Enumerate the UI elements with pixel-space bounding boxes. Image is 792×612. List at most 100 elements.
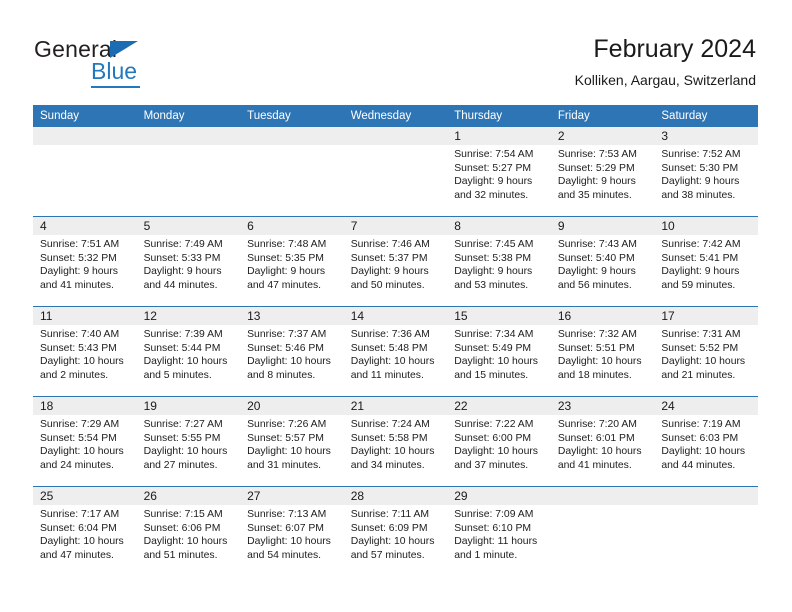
day-number: 19 [136,397,241,415]
daylight-line2: and 21 minutes. [661,369,736,381]
calendar-week-row: 18 Sunrise: 7:29 AM Sunset: 5:54 PM Dayligh… [33,396,758,487]
calendar-day-cell[interactable]: 5 Sunrise: 7:49 AM Sunset: 5:33 PM Daylight… [136,216,241,307]
sunset-time: Sunset: 6:03 PM [661,432,739,444]
day-number: 12 [136,307,241,325]
day-number: 24 [654,397,758,415]
sunset-time: Sunset: 5:41 PM [661,252,739,264]
day-details: Sunrise: 7:49 AM Sunset: 5:33 PM Daylight:… [137,235,241,292]
calendar-day-cell[interactable]: 7 Sunrise: 7:46 AM Sunset: 5:37 PM Daylight… [343,216,448,307]
calendar-day-cell[interactable]: 8 Sunrise: 7:45 AM Sunset: 5:38 PM Daylight… [447,216,551,307]
calendar-day-cell[interactable]: 20 Sunrise: 7:26 AM Sunset: 5:57 PM Dayligh… [240,396,344,487]
sunset-time: Sunset: 5:55 PM [143,432,221,444]
day-details: Sunrise: 7:29 AM Sunset: 5:54 PM Daylight:… [33,415,137,472]
daylight-line1: Daylight: 10 hours [661,356,746,368]
daylight-line2: and 50 minutes. [350,279,425,291]
day-number: 10 [654,217,758,235]
calendar-day-cell[interactable]: 25 Sunrise: 7:17 AM Sunset: 6:04 PM Dayligh… [33,486,137,576]
sunrise-time: Sunrise: 7:42 AM [661,239,741,250]
calendar-day-cell[interactable]: 22 Sunrise: 7:22 AM Sunset: 6:00 PM Dayligh… [447,396,551,487]
calendar-day-cell[interactable]: 23 Sunrise: 7:20 AM Sunset: 6:01 PM Dayligh… [550,396,655,487]
sunset-time: Sunset: 5:40 PM [557,252,635,264]
calendar-week-row: 11 Sunrise: 7:40 AM Sunset: 5:43 PM Dayligh… [33,306,758,397]
calendar-day-cell[interactable]: 26 Sunrise: 7:15 AM Sunset: 6:06 PM Dayligh… [136,486,241,576]
day-cell-inner: 16 Sunrise: 7:32 AM Sunset: 5:51 PM Dayligh… [550,307,655,396]
calendar-day-cell[interactable]: 6 Sunrise: 7:48 AM Sunset: 5:35 PM Daylight… [240,216,344,307]
day-cell-inner: 1 Sunrise: 7:54 AM Sunset: 5:27 PM Daylight… [447,127,551,216]
calendar-day-cell[interactable]: 16 Sunrise: 7:32 AM Sunset: 5:51 PM Dayligh… [550,306,655,397]
calendar-day-cell[interactable]: 11 Sunrise: 7:40 AM Sunset: 5:43 PM Dayligh… [33,306,137,397]
sunset-time: Sunset: 5:43 PM [40,342,117,354]
sunset-time: Sunset: 5:54 PM [40,432,117,444]
daylight-line1: Daylight: 10 hours [350,446,435,458]
calendar-table: Sunday Monday Tuesday Wednesday Thursday… [33,105,758,576]
sunrise-time: Sunrise: 7:32 AM [557,329,637,340]
calendar-day-cell[interactable]: 24 Sunrise: 7:19 AM Sunset: 6:03 PM Dayligh… [654,396,758,487]
day-cell-inner: 14 Sunrise: 7:36 AM Sunset: 5:48 PM Dayligh… [343,307,448,396]
calendar-day-cell[interactable]: 13 Sunrise: 7:37 AM Sunset: 5:46 PM Dayligh… [240,306,344,397]
daylight-line1: Daylight: 9 hours [557,176,636,188]
calendar-day-cell[interactable]: 14 Sunrise: 7:36 AM Sunset: 5:48 PM Dayligh… [343,306,448,397]
day-details: Sunrise: 7:19 AM Sunset: 6:03 PM Daylight:… [654,415,758,472]
calendar-day-cell[interactable]: 28 Sunrise: 7:11 AM Sunset: 6:09 PM Dayligh… [343,486,448,576]
calendar-body: 1 Sunrise: 7:54 AM Sunset: 5:27 PM Daylight… [33,127,758,576]
calendar-week-row: 1 Sunrise: 7:54 AM Sunset: 5:27 PM Daylight… [33,127,758,217]
sunset-time: Sunset: 5:29 PM [557,162,635,174]
day-cell-inner: 15 Sunrise: 7:34 AM Sunset: 5:49 PM Dayligh… [447,307,551,396]
sunset-time: Sunset: 5:58 PM [350,432,428,444]
calendar-day-cell-empty [240,127,344,217]
sunrise-time: Sunrise: 7:11 AM [350,509,430,520]
calendar-page: General Blue February 2024 Kolliken, Aar… [0,0,792,612]
calendar-day-cell[interactable]: 27 Sunrise: 7:13 AM Sunset: 6:07 PM Dayligh… [240,486,344,576]
daylight-line2: and 38 minutes. [661,189,736,201]
daylight-line1: Daylight: 10 hours [247,536,331,548]
daylight-line2: and 32 minutes. [454,189,529,201]
calendar-day-cell[interactable]: 9 Sunrise: 7:43 AM Sunset: 5:40 PM Daylight… [550,216,655,307]
sunrise-time: Sunrise: 7:39 AM [143,329,223,340]
triangle-icon [110,41,138,58]
daylight-line1: Daylight: 11 hours [454,536,538,548]
day-details: Sunrise: 7:42 AM Sunset: 5:41 PM Daylight:… [654,235,758,292]
daylight-line1: Daylight: 10 hours [40,356,124,368]
calendar-day-cell[interactable]: 1 Sunrise: 7:54 AM Sunset: 5:27 PM Daylight… [447,127,551,217]
sunset-time: Sunset: 5:51 PM [557,342,635,354]
day-number: 25 [33,487,137,505]
daylight-line2: and 1 minute. [454,549,518,561]
sunrise-time: Sunrise: 7:54 AM [454,149,534,160]
calendar-day-cell[interactable]: 17 Sunrise: 7:31 AM Sunset: 5:52 PM Dayligh… [654,306,758,397]
general-blue-logo: General Blue [34,36,214,88]
calendar-day-cell[interactable]: 12 Sunrise: 7:39 AM Sunset: 5:44 PM Dayligh… [136,306,241,397]
day-number: 1 [447,127,551,145]
sunset-time: Sunset: 5:49 PM [454,342,532,354]
day-details: Sunrise: 7:27 AM Sunset: 5:55 PM Daylight:… [137,415,241,472]
daylight-line1: Daylight: 10 hours [557,356,642,368]
day-cell-inner: 19 Sunrise: 7:27 AM Sunset: 5:55 PM Dayligh… [136,397,241,486]
day-cell-inner: 4 Sunrise: 7:51 AM Sunset: 5:32 PM Daylight… [33,217,137,306]
calendar-day-cell[interactable]: 18 Sunrise: 7:29 AM Sunset: 5:54 PM Dayligh… [33,396,137,487]
daylight-line2: and 51 minutes. [143,549,218,561]
daylight-line1: Daylight: 10 hours [40,536,124,548]
day-number: 14 [343,307,448,325]
sunrise-time: Sunrise: 7:52 AM [661,149,741,160]
daylight-line2: and 47 minutes. [40,549,114,561]
sunset-time: Sunset: 6:04 PM [40,522,117,534]
calendar-day-cell[interactable]: 10 Sunrise: 7:42 AM Sunset: 5:41 PM Dayligh… [654,216,758,307]
day-cell-inner: 29 Sunrise: 7:09 AM Sunset: 6:10 PM Dayligh… [447,487,551,576]
daylight-line1: Daylight: 10 hours [247,446,331,458]
sunset-time: Sunset: 5:27 PM [454,162,532,174]
day-number: 20 [240,397,344,415]
calendar-day-cell[interactable]: 21 Sunrise: 7:24 AM Sunset: 5:58 PM Dayligh… [343,396,448,487]
calendar-day-cell[interactable]: 2 Sunrise: 7:53 AM Sunset: 5:29 PM Daylight… [550,127,655,217]
day-cell-inner [240,127,344,216]
calendar-day-cell[interactable]: 3 Sunrise: 7:52 AM Sunset: 5:30 PM Daylight… [654,127,758,217]
day-details: Sunrise: 7:15 AM Sunset: 6:06 PM Daylight:… [137,505,241,562]
sunrise-time: Sunrise: 7:09 AM [454,509,534,520]
calendar-day-cell[interactable]: 15 Sunrise: 7:34 AM Sunset: 5:49 PM Dayligh… [447,306,551,397]
calendar-day-cell[interactable]: 4 Sunrise: 7:51 AM Sunset: 5:32 PM Daylight… [33,216,137,307]
day-cell-inner [33,127,137,216]
calendar-day-cell[interactable]: 29 Sunrise: 7:09 AM Sunset: 6:10 PM Dayligh… [447,486,551,576]
daylight-line2: and 24 minutes. [40,459,114,471]
sunset-time: Sunset: 6:09 PM [350,522,428,534]
logo-text-blue: Blue [91,58,138,84]
day-cell-inner: 9 Sunrise: 7:43 AM Sunset: 5:40 PM Daylight… [550,217,655,306]
calendar-day-cell[interactable]: 19 Sunrise: 7:27 AM Sunset: 5:55 PM Dayligh… [136,396,241,487]
